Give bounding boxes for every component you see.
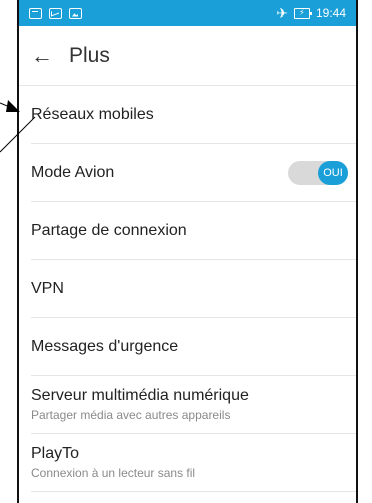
mail-icon [49,7,62,19]
status-right-icons: ✈ ⚡ 19:44 [276,6,346,20]
battery-charging-icon: ⚡ [293,7,312,19]
list-item-vpn[interactable]: VPN [31,260,356,318]
list-item-title: Réseaux mobiles [31,105,154,123]
annotation-line [0,102,13,109]
airplane-icon: ✈ [276,5,288,21]
list-item-serveur-multimedia[interactable]: Serveur multimédia numérique Partager mé… [31,376,356,434]
status-time: 19:44 [315,6,346,20]
list-item-subtitle: Partager média avec autres appareils [31,408,231,422]
list-item-mode-avion[interactable]: Mode Avion OUI [31,144,356,202]
list-item-messages-urgence[interactable]: Messages d'urgence [31,318,356,376]
list-item-playto[interactable]: PlayTo Connexion à un lecteur sans fil [31,434,356,492]
status-left-icons [29,7,82,19]
calendar-icon [29,7,42,19]
app-bar: ← Plus [19,26,356,86]
list-item-title: Partage de connexion [31,221,187,239]
page-title: Plus [69,43,110,67]
airplane-mode-toggle[interactable]: OUI [288,160,348,185]
phone-screen: ✈ ⚡ 19:44 ← Plus Réseaux mobiles Mode Av… [17,0,358,503]
list-item-title: Mode Avion [31,163,115,181]
list-item-reseaux-mobiles[interactable]: Réseaux mobiles [31,86,356,144]
settings-list: Réseaux mobiles Mode Avion OUI Partage d… [31,86,356,492]
list-item-partage-connexion[interactable]: Partage de connexion [31,202,356,260]
photo-icon [69,7,82,19]
back-arrow-icon[interactable]: ← [31,44,53,67]
list-item-subtitle: Connexion à un lecteur sans fil [31,466,196,480]
list-item-title: Messages d'urgence [31,337,179,355]
list-item-title: PlayTo [31,445,80,462]
list-item-title: Serveur multimédia numérique [31,387,249,404]
list-item-title: VPN [31,279,64,297]
status-bar: ✈ ⚡ 19:44 [19,0,356,26]
toggle-knob: OUI [318,160,348,185]
